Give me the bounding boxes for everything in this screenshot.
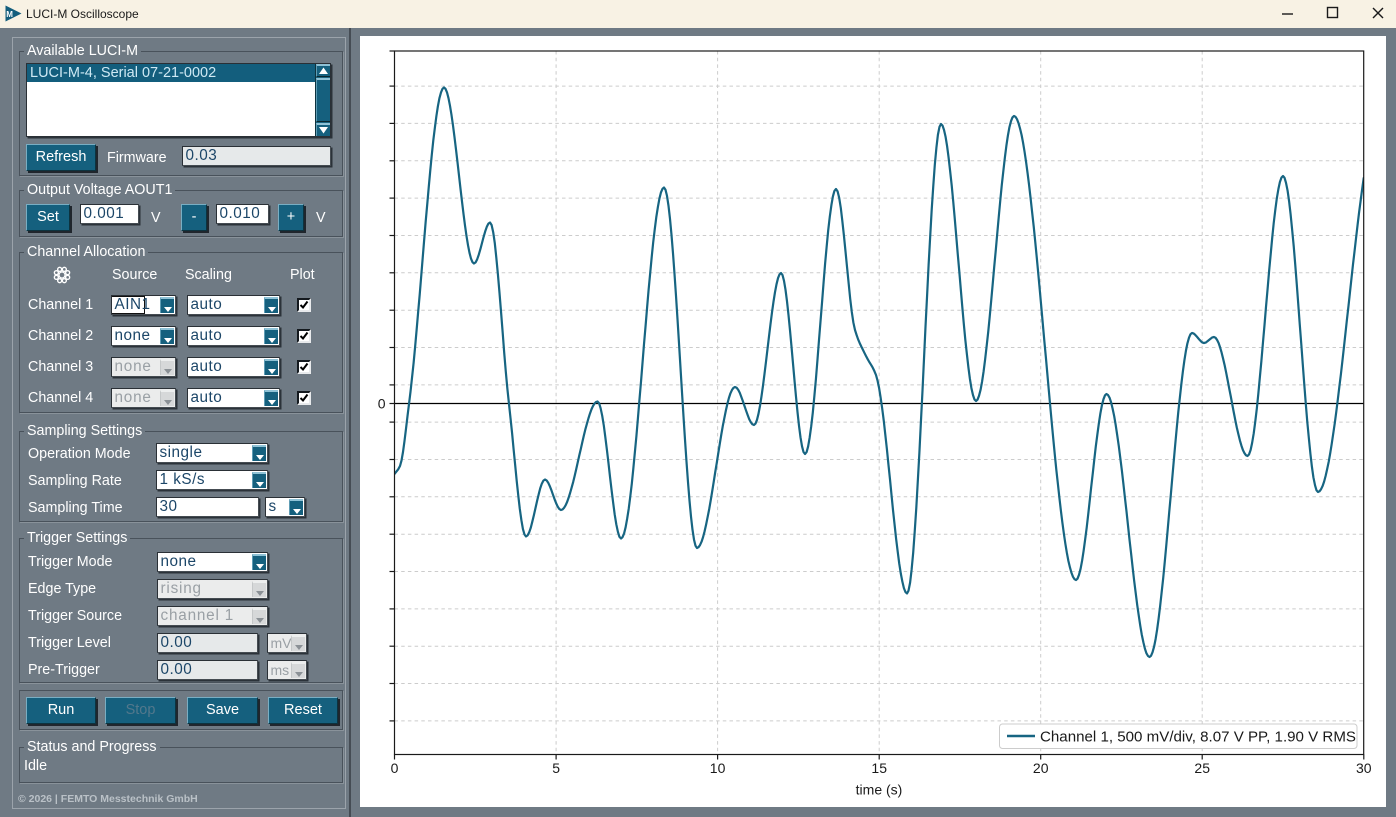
svg-text:M: M xyxy=(6,10,13,19)
svg-text:15: 15 xyxy=(871,760,887,776)
svg-text:0: 0 xyxy=(391,760,399,776)
svg-text:30: 30 xyxy=(1356,760,1372,776)
svg-text:25: 25 xyxy=(1194,760,1210,776)
svg-text:10: 10 xyxy=(710,760,726,776)
svg-text:0: 0 xyxy=(378,396,386,412)
svg-text:20: 20 xyxy=(1033,760,1049,776)
svg-text:Channel 1, 500 mV/div, 8.07 V: Channel 1, 500 mV/div, 8.07 V PP, 1.90 V… xyxy=(1040,730,1356,746)
svg-text:time (s): time (s) xyxy=(856,782,903,798)
svg-text:5: 5 xyxy=(552,760,560,776)
